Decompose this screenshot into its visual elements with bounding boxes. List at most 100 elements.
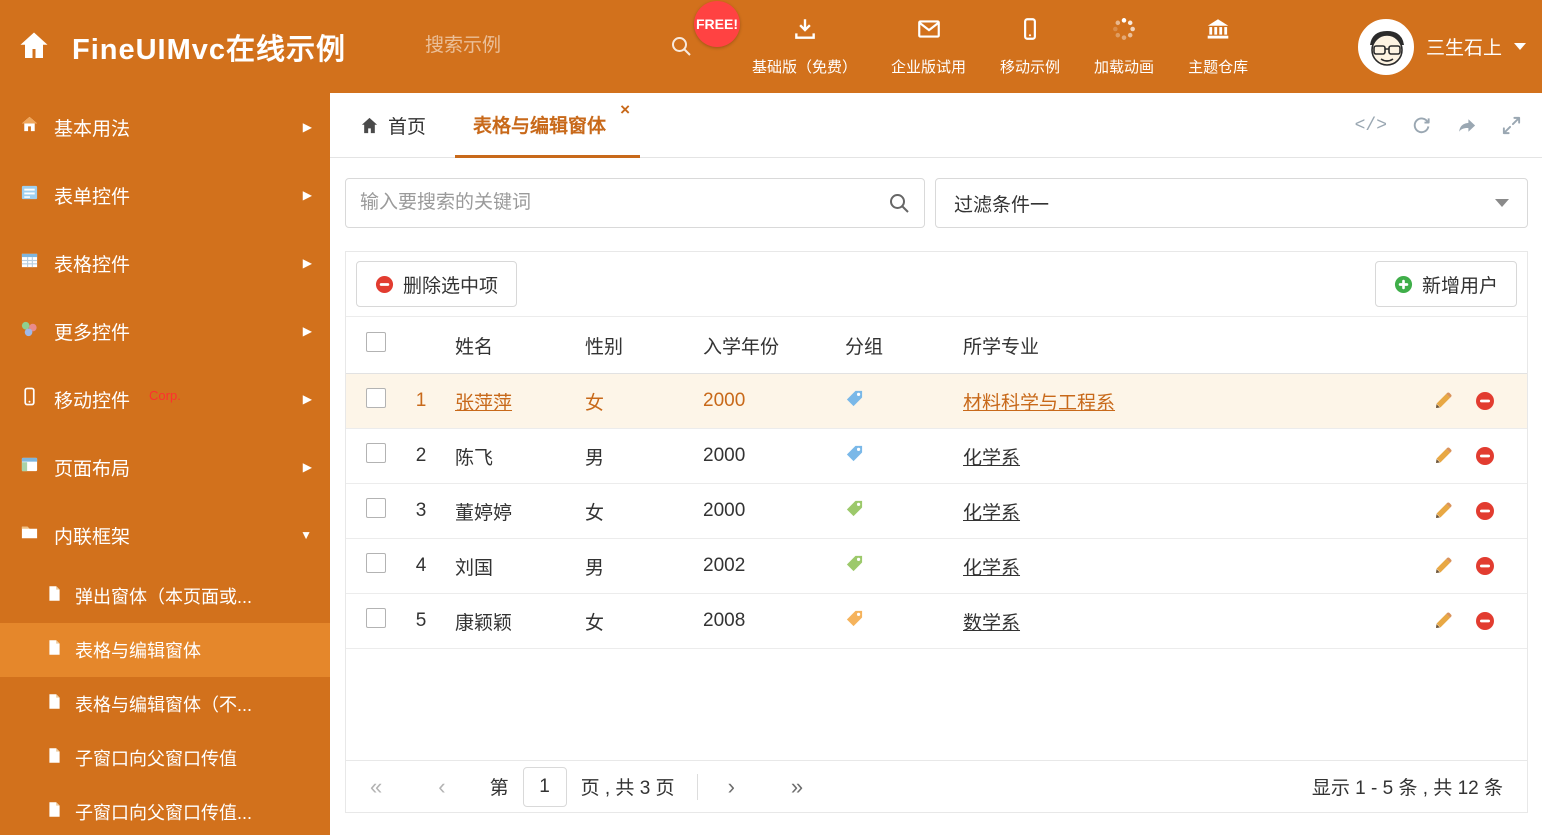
major-link[interactable]: 化学系 <box>963 448 1020 469</box>
sidebar-subitem[interactable]: 表格与编辑窗体 <box>0 623 330 677</box>
sidebar-item-form-controls[interactable]: 表单控件 ▶ <box>0 161 330 229</box>
filter-dropdown[interactable]: 过滤条件一 <box>935 178 1528 228</box>
page-icon <box>46 747 63 769</box>
source-code-icon[interactable]: </> <box>1355 116 1387 136</box>
sidebar-subitem[interactable]: 子窗口向父窗口传值... <box>0 785 330 835</box>
major-link[interactable]: 化学系 <box>963 558 1020 579</box>
plus-circle-icon <box>1394 275 1413 293</box>
sidebar-item-label: 页面布局 <box>54 458 131 480</box>
column-name: 姓名 <box>438 316 568 374</box>
major-link[interactable]: 材料科学与工程系 <box>963 393 1115 414</box>
edit-icon[interactable] <box>1433 556 1453 576</box>
row-index: 5 <box>396 593 438 649</box>
nav-item-enterprise-trial[interactable]: 企业版试用 <box>874 16 983 77</box>
sidebar-subitem-label: 弹出窗体（本页面或... <box>75 587 253 607</box>
pagination-bar: « ‹ 第 页 , 共 3 页 › » 显示 1 - 5 条 , 共 12 条 <box>346 760 1527 812</box>
table-search-input[interactable] <box>360 192 888 214</box>
row-checkbox[interactable] <box>366 608 386 628</box>
first-page-icon[interactable]: « <box>370 774 382 800</box>
fullscreen-icon[interactable] <box>1501 115 1522 136</box>
sidebar-item-more-controls[interactable]: 更多控件 ▶ <box>0 297 330 365</box>
sidebar-item-label: 更多控件 <box>54 322 131 344</box>
tab-grid-edit-window[interactable]: 表格与编辑窗体 × <box>455 93 641 158</box>
sidebar-subitem[interactable]: 表格与编辑窗体（不... <box>0 677 330 731</box>
edit-icon[interactable] <box>1433 391 1453 411</box>
sidebar-item-inline-frame[interactable]: 内联框架 ▶ ▼ <box>0 501 330 569</box>
sidebar-item-mobile-controls[interactable]: 移动控件 Corp. ▶ <box>0 365 330 433</box>
sidebar-item-page-layout[interactable]: 页面布局 ▶ <box>0 433 330 501</box>
nav-item-basic-free[interactable]: 基础版（免费） <box>735 16 874 77</box>
spinner-icon <box>1111 16 1137 47</box>
tab-home[interactable]: 首页 <box>360 93 426 158</box>
next-page-icon[interactable]: › <box>728 774 735 800</box>
delete-selected-button[interactable]: 删除选中项 <box>356 261 518 307</box>
share-icon[interactable] <box>1456 115 1477 136</box>
nav-item-label: 企业版试用 <box>891 59 967 76</box>
tab-toolbar: </> <box>1355 93 1522 158</box>
row-index: 2 <box>396 428 438 484</box>
home-icon <box>361 117 378 134</box>
prev-page-icon[interactable]: ‹ <box>438 774 445 800</box>
nav-item-label: 移动示例 <box>1000 59 1061 76</box>
student-name: 张萍萍 <box>455 392 513 414</box>
students-table: 姓名 性别 入学年份 分组 所学专业 1 张萍萍 女 2000 材料科学与工程系… <box>346 316 1527 649</box>
student-gender: 女 <box>568 483 686 539</box>
delete-icon[interactable] <box>1475 391 1495 411</box>
user-menu[interactable]: 三生石上 <box>1357 0 1526 93</box>
delete-icon[interactable] <box>1475 501 1495 521</box>
corp-badge: Corp. <box>149 387 181 403</box>
download-icon <box>792 16 818 47</box>
close-icon[interactable]: × <box>620 100 630 120</box>
edit-icon[interactable] <box>1433 501 1453 521</box>
student-year: 2000 <box>686 373 828 429</box>
grid-icon <box>20 251 39 276</box>
main-content: 首页 表格与编辑窗体 × </> 输入要搜索的关键词 过滤条件一 删除选中项 新… <box>330 93 1542 835</box>
student-year: 2000 <box>686 483 828 539</box>
home-icon[interactable] <box>16 28 52 64</box>
nav-item-mobile-demo[interactable]: 移动示例 <box>983 16 1077 77</box>
sidebar-subitem[interactable]: 子窗口向父窗口传值 <box>0 731 330 785</box>
header-search-input[interactable] <box>425 35 670 57</box>
nav-item-loading-animations[interactable]: 加载动画 <box>1077 16 1171 77</box>
mobile-icon <box>1017 16 1043 47</box>
sidebar-item-grid-controls[interactable]: 表格控件 ▶ <box>0 229 330 297</box>
page-number-input[interactable] <box>522 766 567 807</box>
chevron-down-icon <box>1514 43 1526 50</box>
add-user-button[interactable]: 新增用户 <box>1374 261 1517 307</box>
divider <box>696 773 698 800</box>
iframe-icon <box>20 523 39 548</box>
row-checkbox[interactable] <box>366 443 386 463</box>
table-row: 4 刘国 男 2002 化学系 <box>346 538 1527 594</box>
sidebar: 基本用法 ▶ 表单控件 ▶ 表格控件 ▶ 更多控件 ▶ 移动控件 Corp. ▶… <box>0 93 330 835</box>
search-icon[interactable] <box>888 192 910 214</box>
search-icon[interactable] <box>670 35 692 57</box>
select-all-checkbox[interactable] <box>366 332 386 352</box>
home-icon <box>20 115 39 140</box>
row-checkbox[interactable] <box>366 553 386 573</box>
major-link[interactable]: 化学系 <box>963 503 1020 524</box>
nav-item-theme-repo[interactable]: 主题仓库 <box>1171 16 1265 77</box>
row-checkbox[interactable] <box>366 498 386 518</box>
refresh-icon[interactable] <box>1411 115 1432 136</box>
last-page-icon[interactable]: » <box>791 774 803 800</box>
row-index: 3 <box>396 483 438 539</box>
filter-row: 过滤条件一 <box>345 178 1528 228</box>
table-row: 3 董婷婷 女 2000 化学系 <box>346 483 1527 539</box>
row-checkbox[interactable] <box>366 388 386 408</box>
student-name: 康颖颖 <box>455 612 513 634</box>
user-name: 三生石上 <box>1425 38 1502 59</box>
minus-circle-icon <box>375 275 394 293</box>
edit-icon[interactable] <box>1433 611 1453 631</box>
delete-icon[interactable] <box>1475 556 1495 576</box>
tag-icon <box>845 554 864 573</box>
student-gender: 男 <box>568 538 686 594</box>
sidebar-subitem[interactable]: 弹出窗体（本页面或... <box>0 569 330 623</box>
delete-icon[interactable] <box>1475 611 1495 631</box>
widgets-icon <box>20 319 39 344</box>
sidebar-item-basic-usage[interactable]: 基本用法 ▶ <box>0 93 330 161</box>
major-link[interactable]: 数学系 <box>963 613 1020 634</box>
chevron-right-icon: ▶ <box>302 460 312 474</box>
page-icon <box>46 639 63 661</box>
edit-icon[interactable] <box>1433 446 1453 466</box>
delete-icon[interactable] <box>1475 446 1495 466</box>
